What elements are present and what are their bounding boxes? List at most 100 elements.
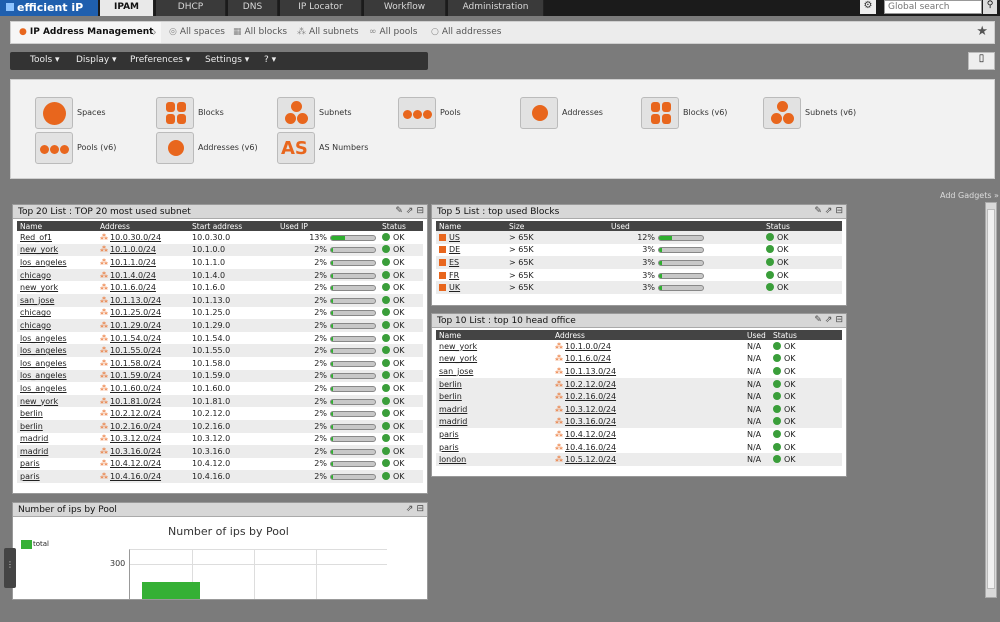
table-row[interactable]: london ⁂ 10.5.12.0/24 N/A OK (436, 453, 842, 466)
minimize-icon[interactable]: ⊟ (416, 206, 424, 216)
column-header[interactable]: Address (552, 330, 744, 340)
search-icon[interactable]: ⚲ (983, 0, 997, 14)
office-address[interactable]: ⁂ 10.4.16.0/24 (552, 441, 744, 454)
office-address[interactable]: ⁂ 10.1.0.0/24 (552, 340, 744, 353)
detach-icon[interactable]: ⇗ (406, 504, 414, 514)
office-name[interactable]: san_jose (436, 365, 552, 378)
subnet-name[interactable]: new_york (17, 394, 97, 408)
subnet-name[interactable]: los_angeles (17, 357, 97, 370)
subnet-name[interactable]: berlin (17, 419, 97, 433)
column-header[interactable]: Start address (189, 221, 277, 231)
subnet-address[interactable]: ⁂ 10.1.54.0/24 (97, 332, 189, 345)
table-row[interactable]: los_angeles ⁂ 10.1.60.0/24 10.1.60.0 2% OK (17, 382, 423, 395)
subnet-name[interactable]: los_angeles (17, 382, 97, 395)
breadcrumb-all-blocks[interactable]: ▦ All blocks (233, 27, 287, 37)
office-name[interactable]: berlin (436, 377, 552, 391)
subnet-address[interactable]: ⁂ 10.4.16.0/24 (97, 470, 189, 483)
menu-settings[interactable]: Settings ▾ (205, 55, 249, 65)
block-name[interactable]: ES (436, 256, 506, 269)
subnet-address[interactable]: ⁂ 10.1.29.0/24 (97, 319, 189, 332)
subnet-name[interactable]: berlin (17, 407, 97, 420)
favorite-star-icon[interactable]: ★ (976, 24, 988, 39)
side-panel-icon[interactable]: ▯ (968, 52, 995, 70)
table-row[interactable]: madrid ⁂ 10.3.16.0/24 N/A OK (436, 415, 842, 429)
breadcrumb-all-pools[interactable]: ∞ All pools (369, 27, 417, 37)
subnet-address[interactable]: ⁂ 10.2.16.0/24 (97, 419, 189, 433)
settings-icon[interactable]: ✎ (814, 206, 822, 216)
office-name[interactable]: paris (436, 428, 552, 441)
subnet-name[interactable]: los_angeles (17, 332, 97, 345)
column-header[interactable]: Name (436, 221, 506, 231)
subnet-name[interactable]: madrid (17, 445, 97, 458)
tab-dhcp[interactable]: DHCP (156, 0, 226, 16)
table-row[interactable]: DE > 65K 3% OK (436, 244, 842, 257)
subnet-address[interactable]: ⁂ 10.1.59.0/24 (97, 369, 189, 383)
tab-administration[interactable]: Administration (448, 0, 544, 16)
table-row[interactable]: paris ⁂ 10.4.16.0/24 N/A OK (436, 441, 842, 454)
table-row[interactable]: ES > 65K 3% OK (436, 256, 842, 269)
settings-icon[interactable]: ✎ (814, 315, 822, 325)
subnet-name[interactable]: new_york (17, 243, 97, 257)
office-name[interactable]: new_york (436, 340, 552, 353)
subnet-address[interactable]: ⁂ 10.1.81.0/24 (97, 394, 189, 408)
subnet-name[interactable]: paris (17, 458, 97, 471)
column-header[interactable]: Used IP (277, 221, 379, 231)
office-address[interactable]: ⁂ 10.1.6.0/24 (552, 353, 744, 366)
table-row[interactable]: new_york ⁂ 10.1.6.0/24 10.1.6.0 2% OK (17, 281, 423, 294)
subnet-address[interactable]: ⁂ 10.4.12.0/24 (97, 458, 189, 471)
minimize-icon[interactable]: ⊟ (416, 504, 424, 514)
subnet-address[interactable]: ⁂ 10.1.1.0/24 (97, 256, 189, 269)
office-address[interactable]: ⁂ 10.3.12.0/24 (552, 402, 744, 416)
subnet-address[interactable]: ⁂ 10.1.60.0/24 (97, 382, 189, 395)
table-row[interactable]: los_angeles ⁂ 10.1.54.0/24 10.1.54.0 2% OK (17, 332, 423, 345)
subnet-name[interactable]: los_angeles (17, 369, 97, 383)
subnet-name[interactable]: new_york (17, 281, 97, 294)
column-header[interactable]: Status (379, 221, 423, 231)
office-name[interactable]: new_york (436, 353, 552, 366)
subnet-name[interactable]: chicago (17, 307, 97, 320)
subnet-name[interactable]: Red_of1 (17, 231, 97, 244)
office-address[interactable]: ⁂ 10.4.12.0/24 (552, 428, 744, 441)
table-row[interactable]: los_angeles ⁂ 10.1.58.0/24 10.1.58.0 2% OK (17, 357, 423, 370)
subnet-name[interactable]: paris (17, 470, 97, 483)
subnet-name[interactable]: los_angeles (17, 256, 97, 269)
tab-workflow[interactable]: Workflow (364, 0, 446, 16)
table-row[interactable]: new_york ⁂ 10.1.6.0/24 N/A OK (436, 353, 842, 366)
column-header[interactable]: Status (763, 221, 842, 231)
table-row[interactable]: los_angeles ⁂ 10.1.1.0/24 10.1.1.0 2% OK (17, 256, 423, 269)
subnet-address[interactable]: ⁂ 10.1.0.0/24 (97, 243, 189, 257)
subnet-name[interactable]: san_jose (17, 293, 97, 307)
vertical-scrollbar[interactable] (985, 202, 997, 598)
breadcrumb-all-subnets[interactable]: ⁂ All subnets (297, 27, 359, 37)
subnet-address[interactable]: ⁂ 10.1.13.0/24 (97, 293, 189, 307)
subnet-address[interactable]: ⁂ 10.1.55.0/24 (97, 344, 189, 357)
table-row[interactable]: los_angeles ⁂ 10.1.59.0/24 10.1.59.0 2% OK (17, 369, 423, 383)
table-row[interactable]: berlin ⁂ 10.2.16.0/24 N/A OK (436, 390, 842, 403)
detach-icon[interactable]: ⇗ (825, 206, 833, 216)
office-name[interactable]: madrid (436, 402, 552, 416)
chart-bar-total[interactable] (142, 582, 200, 599)
tab-ipam[interactable]: IPAM (100, 0, 154, 16)
scrollbar-thumb[interactable] (987, 209, 995, 589)
menu-help[interactable]: ? ▾ (264, 55, 276, 65)
add-gadgets-link[interactable]: Add Gadgets » (940, 191, 999, 200)
subnet-name[interactable]: chicago (17, 319, 97, 332)
subnet-address[interactable]: ⁂ 10.2.12.0/24 (97, 407, 189, 420)
subnet-address[interactable]: ⁂ 10.1.6.0/24 (97, 281, 189, 294)
table-row[interactable]: US > 65K 12% OK (436, 231, 842, 244)
menu-display[interactable]: Display ▾ (76, 55, 117, 65)
table-row[interactable]: FR > 65K 3% OK (436, 269, 842, 282)
subnet-address[interactable]: ⁂ 10.1.58.0/24 (97, 357, 189, 370)
table-row[interactable]: berlin ⁂ 10.2.12.0/24 10.2.12.0 2% OK (17, 407, 423, 420)
subnet-address[interactable]: ⁂ 10.1.25.0/24 (97, 307, 189, 320)
table-row[interactable]: berlin ⁂ 10.2.12.0/24 N/A OK (436, 377, 842, 391)
column-header[interactable]: Used (608, 221, 763, 231)
office-address[interactable]: ⁂ 10.5.12.0/24 (552, 453, 744, 466)
block-name[interactable]: US (436, 231, 506, 244)
table-row[interactable]: san_jose ⁂ 10.1.13.0/24 N/A OK (436, 365, 842, 378)
table-row[interactable]: UK > 65K 3% OK (436, 281, 842, 294)
table-row[interactable]: new_york ⁂ 10.1.0.0/24 N/A OK (436, 340, 842, 353)
menu-tools[interactable]: Tools ▾ (30, 55, 60, 65)
table-row[interactable]: paris ⁂ 10.4.16.0/24 10.4.16.0 2% OK (17, 470, 423, 483)
office-name[interactable]: paris (436, 441, 552, 454)
